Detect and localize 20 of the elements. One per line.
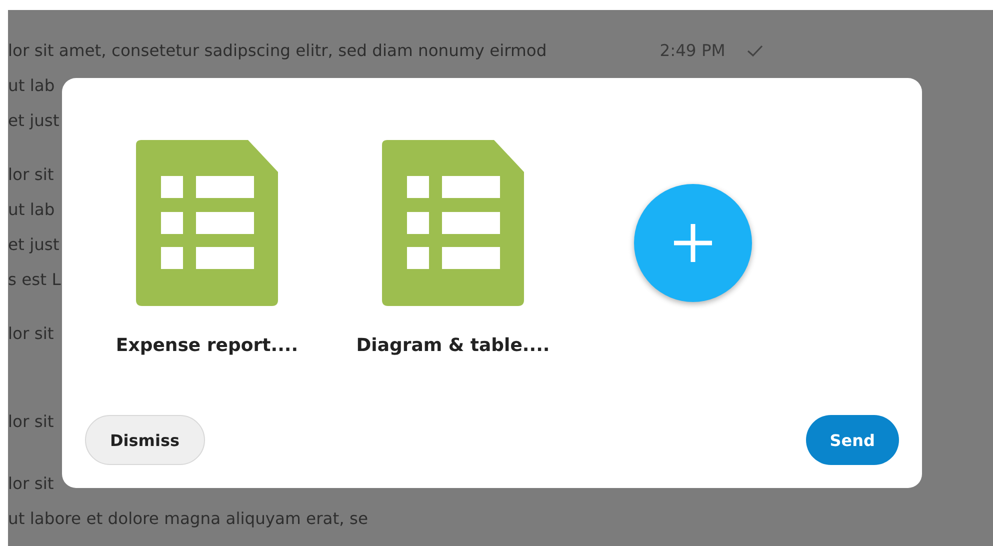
spreadsheet-file-icon[interactable] <box>382 140 524 306</box>
file-name: Expense report.... <box>116 335 298 356</box>
message-text: lor sit <box>8 324 54 343</box>
message-text: ut lab <box>8 76 55 95</box>
message-text: ut lab <box>8 200 55 219</box>
message-text: s est L <box>8 270 61 289</box>
send-button[interactable]: Send <box>806 415 899 465</box>
message-text: et just <box>8 235 60 254</box>
plus-icon <box>671 221 715 265</box>
message-text: lor sit amet, consetetur sadipscing elitr, sed diam nonumy eirmod <box>8 41 547 60</box>
message-text: ut labore et dolore magna aliquyam erat, se <box>8 509 368 528</box>
dismiss-button[interactable]: Dismiss <box>85 415 204 465</box>
check-icon <box>747 44 764 56</box>
file-name: Diagram & table.... <box>356 335 550 356</box>
spreadsheet-file-icon[interactable] <box>136 140 278 306</box>
message-text: lor sit <box>8 165 54 184</box>
message-text: lor sit <box>8 412 54 431</box>
message-time: 2:49 PM <box>660 41 726 60</box>
message-text: et just <box>8 111 60 130</box>
message-text: lor sit <box>8 474 54 493</box>
